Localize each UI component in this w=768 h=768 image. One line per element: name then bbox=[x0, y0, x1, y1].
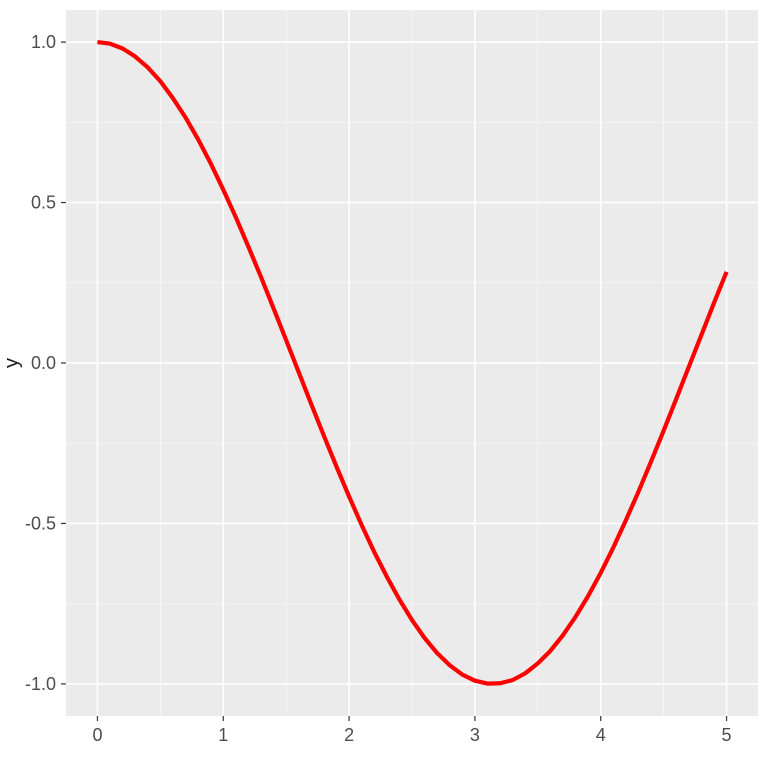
x-axis-ticks: 0 1 2 3 4 5 bbox=[92, 716, 731, 745]
y-axis-ticks: -1.0 -0.5 0.0 0.5 1.0 bbox=[25, 32, 66, 694]
y-tick-label: -0.5 bbox=[25, 513, 56, 533]
x-tick-label: 3 bbox=[470, 725, 480, 745]
chart-svg: 0 1 2 3 4 5 -1.0 -0.5 0.0 0.5 1.0 y bbox=[0, 0, 768, 768]
y-tick-label: 1.0 bbox=[31, 32, 56, 52]
x-tick-label: 0 bbox=[92, 725, 102, 745]
x-tick-label: 5 bbox=[722, 725, 732, 745]
y-tick-label: 0.5 bbox=[31, 193, 56, 213]
chart-container: 0 1 2 3 4 5 -1.0 -0.5 0.0 0.5 1.0 y bbox=[0, 0, 768, 768]
y-axis-label: y bbox=[1, 358, 23, 368]
x-tick-label: 2 bbox=[344, 725, 354, 745]
x-tick-label: 1 bbox=[218, 725, 228, 745]
y-tick-label: 0.0 bbox=[31, 353, 56, 373]
y-tick-label: -1.0 bbox=[25, 674, 56, 694]
x-tick-label: 4 bbox=[596, 725, 606, 745]
